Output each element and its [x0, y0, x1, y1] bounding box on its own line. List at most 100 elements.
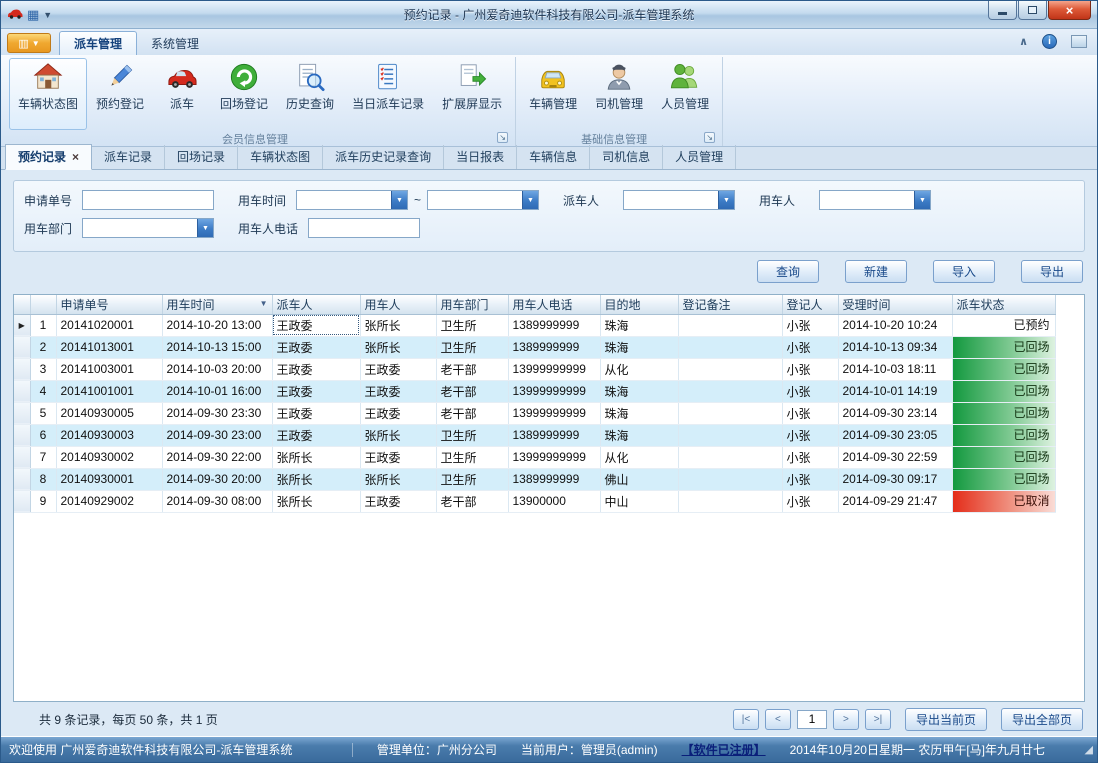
- grid-cell[interactable]: 13999999999: [508, 358, 600, 380]
- doc-tab-today-report[interactable]: 当日报表: [444, 145, 517, 169]
- grid-cell[interactable]: 1389999999: [508, 314, 600, 336]
- ribbon-button-dispatch[interactable]: 派车: [153, 58, 211, 130]
- chevron-down-icon[interactable]: ▼: [914, 191, 930, 209]
- grid-cell[interactable]: 2014-09-30 23:05: [838, 424, 952, 446]
- grid-cell[interactable]: 张所长: [272, 468, 360, 490]
- grid-cell[interactable]: [678, 446, 782, 468]
- grid-cell[interactable]: 张所长: [360, 468, 436, 490]
- export-current-page-button[interactable]: 导出当前页: [905, 708, 987, 731]
- quick-access-grid-icon[interactable]: ▦: [27, 8, 39, 21]
- apply-no-input[interactable]: [82, 190, 214, 210]
- grid-cell[interactable]: 老干部: [436, 358, 508, 380]
- style-icon[interactable]: [1071, 35, 1087, 48]
- grid-cell[interactable]: 王政委: [360, 402, 436, 424]
- grid-cell[interactable]: 王政委: [360, 490, 436, 512]
- grid-cell[interactable]: 20140930003: [56, 424, 162, 446]
- ribbon-button-extend-screen[interactable]: 扩展屏显示: [433, 58, 511, 130]
- grid-cell[interactable]: 小张: [782, 380, 838, 402]
- grid-cell[interactable]: 珠海: [600, 380, 678, 402]
- grid-cell[interactable]: 小张: [782, 314, 838, 336]
- grid-cell[interactable]: 王政委: [272, 424, 360, 446]
- grid-cell[interactable]: 王政委: [272, 314, 360, 336]
- grid-cell[interactable]: 20141001001: [56, 380, 162, 402]
- ribbon-tab-dispatch-mgmt[interactable]: 派车管理: [59, 31, 137, 55]
- grid-cell[interactable]: 珠海: [600, 336, 678, 358]
- grid-cell[interactable]: 张所长: [272, 490, 360, 512]
- grid-cell[interactable]: [678, 380, 782, 402]
- export-button[interactable]: 导出: [1021, 260, 1083, 283]
- table-row[interactable]: 3201410030012014-10-03 20:00王政委王政委老干部139…: [14, 358, 1055, 380]
- grid-cell[interactable]: 2014-09-30 23:00: [162, 424, 272, 446]
- use-time-from-combo[interactable]: ▼: [296, 190, 408, 210]
- grid-cell[interactable]: 从化: [600, 446, 678, 468]
- grid-cell[interactable]: 1389999999: [508, 424, 600, 446]
- close-tab-icon[interactable]: ×: [72, 150, 79, 164]
- column-header[interactable]: 派车人: [272, 295, 360, 314]
- grid-cell[interactable]: [678, 468, 782, 490]
- grid-cell[interactable]: 13999999999: [508, 446, 600, 468]
- grid-cell[interactable]: 王政委: [360, 380, 436, 402]
- dispatcher-combo[interactable]: ▼: [623, 190, 735, 210]
- chevron-down-icon[interactable]: ▼: [197, 219, 213, 237]
- grid-cell[interactable]: 老干部: [436, 380, 508, 402]
- table-row[interactable]: 9201409290022014-09-30 08:00张所长王政委老干部139…: [14, 490, 1055, 512]
- grid-cell[interactable]: 小张: [782, 336, 838, 358]
- column-header[interactable]: 申请单号: [56, 295, 162, 314]
- grid-cell[interactable]: 13900000: [508, 490, 600, 512]
- grid-cell[interactable]: 王政委: [272, 380, 360, 402]
- grid-cell[interactable]: 2014-09-29 21:47: [838, 490, 952, 512]
- grid-cell[interactable]: 13999999999: [508, 380, 600, 402]
- license-status-link[interactable]: 【软件已注册】: [682, 741, 766, 758]
- grid-cell[interactable]: 王政委: [272, 358, 360, 380]
- grid-cell[interactable]: 张所长: [272, 446, 360, 468]
- car-user-combo[interactable]: ▼: [819, 190, 931, 210]
- grid-cell[interactable]: [678, 424, 782, 446]
- column-header[interactable]: 用车人: [360, 295, 436, 314]
- grid-cell[interactable]: 珠海: [600, 424, 678, 446]
- table-row[interactable]: 8201409300012014-09-30 20:00张所长张所长卫生所138…: [14, 468, 1055, 490]
- grid-cell[interactable]: 中山: [600, 490, 678, 512]
- grid-cell[interactable]: 13999999999: [508, 402, 600, 424]
- chevron-down-icon[interactable]: ▼: [391, 191, 407, 209]
- doc-tab-vehicle-info[interactable]: 车辆信息: [517, 145, 590, 169]
- app-menu-button[interactable]: ▥ ▼: [7, 33, 51, 53]
- collapse-ribbon-icon[interactable]: ∧: [1019, 35, 1028, 48]
- pager-prev-button[interactable]: <: [765, 709, 791, 730]
- ribbon-button-person-mgmt[interactable]: 人员管理: [652, 58, 718, 130]
- grid-cell[interactable]: [678, 314, 782, 336]
- grid-cell[interactable]: 珠海: [600, 402, 678, 424]
- pager-next-button[interactable]: >: [833, 709, 859, 730]
- grid-cell[interactable]: 2014-10-13 15:00: [162, 336, 272, 358]
- grid-cell[interactable]: 2014-10-03 18:11: [838, 358, 952, 380]
- grid-cell[interactable]: 2014-09-30 08:00: [162, 490, 272, 512]
- table-row[interactable]: ▶1201410200012014-10-20 13:00王政委张所长卫生所13…: [14, 314, 1055, 336]
- phone-input[interactable]: [308, 218, 420, 238]
- resize-grip[interactable]: ◢: [1079, 743, 1093, 756]
- grid-cell[interactable]: 张所长: [360, 314, 436, 336]
- grid-cell[interactable]: 1389999999: [508, 336, 600, 358]
- grid-cell[interactable]: 小张: [782, 490, 838, 512]
- doc-tab-dispatch-history-query[interactable]: 派车历史记录查询: [323, 145, 444, 169]
- grid-cell[interactable]: 卫生所: [436, 424, 508, 446]
- ribbon-button-today-dispatch-records[interactable]: 当日派车记录: [343, 58, 433, 130]
- grid-cell[interactable]: 小张: [782, 446, 838, 468]
- grid-cell[interactable]: 2014-10-03 20:00: [162, 358, 272, 380]
- column-header[interactable]: 用车人电话: [508, 295, 600, 314]
- grid-cell[interactable]: 王政委: [272, 402, 360, 424]
- column-header[interactable]: 目的地: [600, 295, 678, 314]
- ribbon-button-vehicle-mgmt[interactable]: 车辆管理: [520, 58, 586, 130]
- grid-cell[interactable]: 2014-09-30 22:59: [838, 446, 952, 468]
- export-all-pages-button[interactable]: 导出全部页: [1001, 708, 1083, 731]
- column-header[interactable]: 派车状态: [952, 295, 1055, 314]
- ribbon-button-return-register[interactable]: 回场登记: [211, 58, 277, 130]
- grid-cell[interactable]: 从化: [600, 358, 678, 380]
- grid-cell[interactable]: 2014-10-13 09:34: [838, 336, 952, 358]
- grid-cell[interactable]: 20141003001: [56, 358, 162, 380]
- grid-cell[interactable]: 王政委: [360, 358, 436, 380]
- grid-cell[interactable]: 卫生所: [436, 314, 508, 336]
- use-time-to-combo[interactable]: ▼: [427, 190, 539, 210]
- grid-cell[interactable]: 1389999999: [508, 468, 600, 490]
- dept-combo[interactable]: ▼: [82, 218, 214, 238]
- grid-cell[interactable]: 王政委: [360, 446, 436, 468]
- dialog-launcher-icon[interactable]: ↘: [704, 132, 715, 143]
